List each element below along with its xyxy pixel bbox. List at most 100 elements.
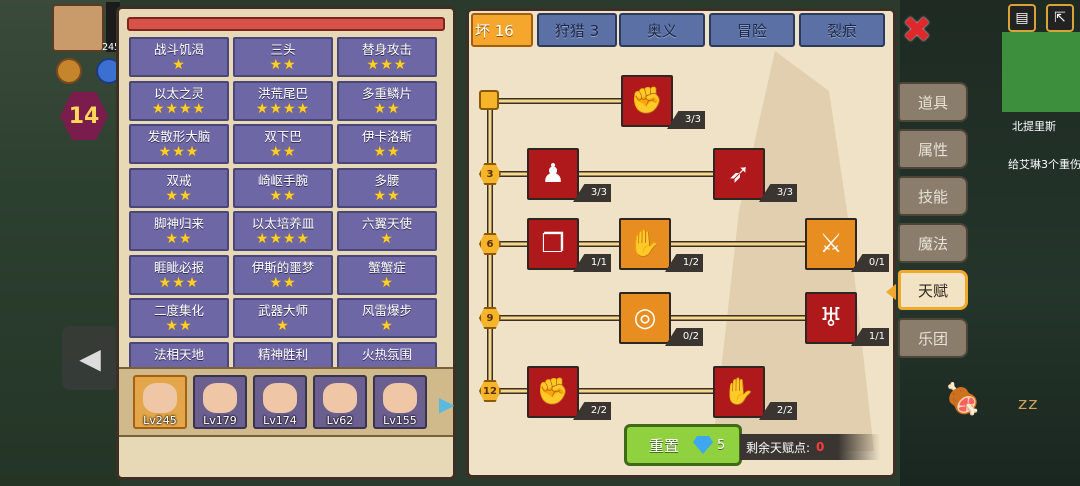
side-tab[interactable]: 魔法: [898, 223, 968, 263]
arm-wrestle-icon: ✊: [630, 86, 664, 116]
talent-stars: ★★★★: [255, 100, 311, 117]
side-tab[interactable]: 技能: [898, 176, 968, 216]
talent-cell[interactable]: 双下巴 ★★: [233, 124, 333, 164]
talent-cell[interactable]: 火热氛围: [337, 341, 437, 367]
active-side-tab-pointer-icon: [886, 284, 896, 300]
talent-node[interactable]: ✋: [713, 366, 765, 418]
talent-stars: ★★: [373, 100, 401, 117]
hero-card[interactable]: Lv245: [133, 375, 187, 429]
talent-stars: ★★★★: [255, 231, 311, 247]
talent-name: 发散形大脑: [147, 129, 211, 144]
hand-strike-icon: ✋: [722, 377, 756, 407]
hero-portrait: [143, 383, 177, 413]
reset-cost: 5: [717, 437, 726, 453]
talent-name: 精神胜利: [257, 346, 308, 362]
talent-name: 崎岖手腕: [257, 172, 308, 188]
talent-cell[interactable]: 风雷爆步 ★: [337, 298, 437, 338]
talent-cell[interactable]: 三头 ★★: [233, 37, 333, 77]
talent-node[interactable]: ➶: [713, 148, 765, 200]
talent-stars: ★: [380, 318, 394, 334]
talent-cell[interactable]: 多腰 ★★: [337, 167, 437, 208]
talent-stars: ★★: [165, 231, 193, 247]
network-icon[interactable]: ▤: [1008, 4, 1036, 32]
talent-cell[interactable]: 睚眦必报 ★★★: [129, 254, 229, 295]
tab[interactable]: 狩猎 3: [537, 13, 617, 47]
talent-cell[interactable]: 武器大师 ★: [233, 298, 333, 338]
talent-list-panel: 战斗饥渴 ★ 三头 ★★ 替身攻击 ★★★ 以太之灵 ★★★★ 洪荒尾巴 ★★★★ 多重鳞片 ★★ 发散…: [116, 6, 456, 480]
talent-cell[interactable]: 多重鳞片 ★★: [337, 80, 437, 121]
talent-stars: ★★: [269, 144, 297, 160]
hero-card[interactable]: Lv155: [373, 375, 427, 429]
talent-stars: ★★: [165, 187, 193, 204]
reset-button[interactable]: 重置 5: [624, 424, 742, 466]
talent-cell[interactable]: 精神胜利: [233, 341, 333, 367]
talent-cell[interactable]: 以太之灵 ★★★★: [129, 80, 229, 121]
talent-cell[interactable]: 战斗饥渴 ★: [129, 37, 229, 77]
talent-name: 法相天地: [153, 346, 204, 362]
talent-cell[interactable]: 双戒 ★★: [129, 167, 229, 208]
talent-node[interactable]: ♟: [527, 148, 579, 200]
talent-name: 以太培养皿: [251, 216, 315, 231]
fist-push-icon: ✋: [628, 229, 662, 259]
talent-cell[interactable]: 替身攻击 ★★★: [337, 37, 437, 77]
talent-name: 替身攻击: [361, 42, 412, 57]
tab-active[interactable]: 坏 16: [471, 13, 533, 47]
panel-header-bar: [127, 17, 445, 31]
talent-name: 武器大师: [257, 303, 308, 318]
talent-name: 蟹蟹症: [368, 259, 406, 275]
talent-stars: ★: [380, 231, 394, 247]
demon-wings-icon: ♅: [819, 303, 843, 333]
talent-node[interactable]: ✊: [621, 75, 673, 127]
talent-node[interactable]: ⚔: [805, 218, 857, 270]
talent-cell[interactable]: 发散形大脑 ★★★: [129, 124, 229, 164]
talent-cell[interactable]: 蟹蟹症 ★: [337, 254, 437, 295]
hero-card[interactable]: Lv174: [253, 375, 307, 429]
talent-stars: ★★: [373, 144, 401, 160]
side-tab[interactable]: 天赋: [898, 270, 968, 310]
minimap[interactable]: [1002, 32, 1080, 112]
talent-cell[interactable]: 崎岖手腕 ★★: [233, 167, 333, 208]
talent-name: 双下巴: [264, 129, 302, 144]
sleep-icon[interactable]: ᶻᶻ: [1018, 392, 1068, 432]
talent-node[interactable]: ◎: [619, 292, 671, 344]
talent-node[interactable]: ✊: [527, 366, 579, 418]
hero-level: Lv62: [326, 414, 354, 427]
close-icon[interactable]: ✖: [898, 12, 936, 50]
talent-tree-panel: 坏 16 狩猎 3 奥义 冒险 裂痕 3 6 9 12 ✊ 3/3 ♟ 3/3 ➶ 3/3 ❐ 1/1 ✋ 1/…: [466, 8, 896, 478]
side-tab[interactable]: 乐团: [898, 318, 968, 358]
hero-card[interactable]: Lv62: [313, 375, 367, 429]
hero-selector: ▶ Lv245 Lv179 Lv174 Lv62 Lv155: [119, 367, 455, 437]
fist-raise-icon: ✊: [536, 377, 570, 407]
hero-portrait: [383, 383, 417, 413]
next-hero-arrow-icon[interactable]: ▶: [439, 391, 455, 417]
exit-icon[interactable]: ⇱: [1046, 4, 1074, 32]
tab[interactable]: 冒险: [709, 13, 795, 47]
talent-cell[interactable]: 以太培养皿 ★★★★: [233, 211, 333, 251]
remaining-points: 剩余天赋点: 0: [740, 434, 880, 460]
quest-icon[interactable]: [56, 58, 82, 84]
talent-stars: ★★: [165, 318, 193, 334]
talent-node[interactable]: ✋: [619, 218, 671, 270]
talent-name: 伊卡洛斯: [361, 129, 412, 144]
side-tab[interactable]: 属性: [898, 129, 968, 169]
talent-node[interactable]: ♅: [805, 292, 857, 344]
gem-icon: [693, 436, 714, 454]
talent-cell[interactable]: 法相天地: [129, 341, 229, 367]
tab[interactable]: 裂痕: [799, 13, 885, 47]
meat-icon[interactable]: 🍖: [944, 382, 994, 422]
tab[interactable]: 奥义: [619, 13, 705, 47]
reset-label: 重置: [649, 436, 680, 455]
hero-card[interactable]: Lv179: [193, 375, 247, 429]
talent-cell[interactable]: 脚神归来 ★★: [129, 211, 229, 251]
player-avatar[interactable]: [52, 4, 104, 52]
talent-node[interactable]: ❐: [527, 218, 579, 270]
side-tab[interactable]: 道具: [898, 82, 968, 122]
talent-cell[interactable]: 洪荒尾巴 ★★★★: [233, 80, 333, 121]
talent-cell[interactable]: 六翼天使 ★: [337, 211, 437, 251]
tree-level-marker: [479, 90, 499, 110]
talent-cell[interactable]: 伊斯的噩梦 ★★: [233, 254, 333, 295]
talent-grid[interactable]: 战斗饥渴 ★ 三头 ★★ 替身攻击 ★★★ 以太之灵 ★★★★ 洪荒尾巴 ★★★★ 多重鳞片 ★★ 发散…: [129, 37, 449, 367]
talent-cell[interactable]: 伊卡洛斯 ★★: [337, 124, 437, 164]
move-left-button[interactable]: ◀: [62, 326, 118, 390]
talent-cell[interactable]: 二度集化 ★★: [129, 298, 229, 338]
